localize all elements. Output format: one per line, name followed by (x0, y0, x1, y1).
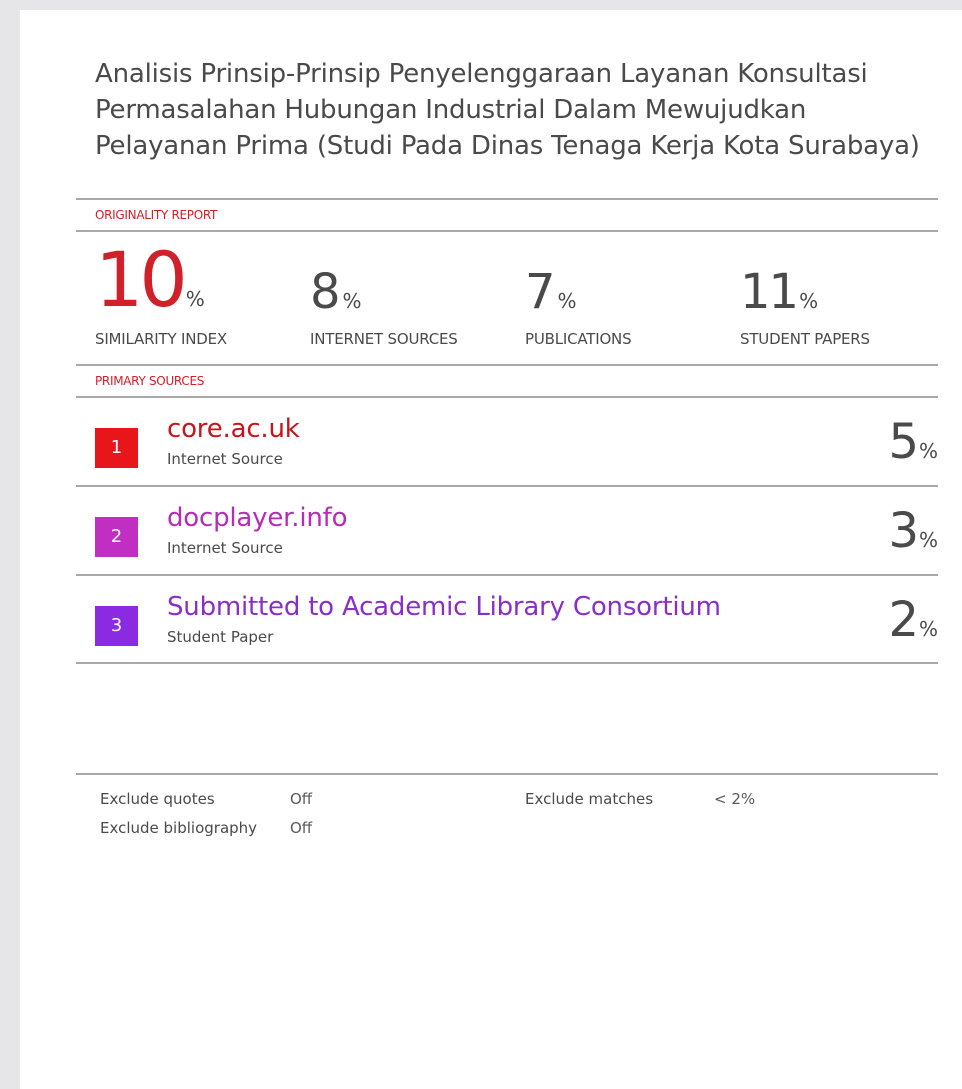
exclude-quotes-value: Off (290, 790, 313, 808)
document-title: Analisis Prinsip-Prinsip Penyelenggaraan… (95, 59, 920, 161)
source-percent: 3% (888, 507, 938, 555)
source-rank-badge: 3 (95, 606, 138, 646)
source-rank-badge: 1 (95, 428, 138, 468)
percent-sign: % (918, 528, 938, 552)
exclude-bibliography-value: Off (290, 819, 313, 837)
source-percent: 5% (888, 418, 938, 466)
percent-sign: % (342, 289, 362, 313)
source-type: Internet Source (167, 539, 283, 557)
source-name-link[interactable]: docplayer.info (167, 503, 347, 533)
source-percent-value: 5 (888, 414, 919, 470)
source-rank-badge: 2 (95, 517, 138, 557)
source-row-2: 2 docplayer.info Internet Source 3% (76, 487, 938, 575)
source-percent-value: 2 (888, 592, 919, 648)
divider (76, 198, 938, 200)
percent-sign: % (185, 287, 205, 311)
stat-label: SIMILARITY INDEX (95, 330, 227, 348)
source-type: Student Paper (167, 628, 274, 646)
source-percent: 2% (888, 596, 938, 644)
stat-number: 7 (525, 264, 556, 320)
exclude-matches-label: Exclude matches (525, 790, 654, 808)
stat-number: 8 (310, 264, 341, 320)
source-type: Internet Source (167, 450, 283, 468)
stat-value: 8% (310, 266, 362, 318)
stat-label: PUBLICATIONS (525, 330, 632, 348)
percent-sign: % (918, 617, 938, 641)
stat-label: STUDENT PAPERS (740, 330, 870, 348)
report-page: Analisis Prinsip-Prinsip Penyelenggaraan… (20, 10, 962, 1089)
divider (76, 773, 938, 775)
primary-sources-label: PRIMARY SOURCES (95, 374, 205, 388)
stat-value: 7% (525, 266, 577, 318)
percent-sign: % (918, 439, 938, 463)
percent-sign: % (557, 289, 577, 313)
source-row-3: 3 Submitted to Academic Library Consorti… (76, 576, 938, 664)
stat-value: 10% (95, 242, 205, 318)
stat-value: 11% (740, 266, 818, 318)
divider (76, 364, 938, 366)
source-row-1: 1 core.ac.uk Internet Source 5% (76, 398, 938, 486)
originality-report-label: ORIGINALITY REPORT (95, 208, 218, 222)
source-name-link[interactable]: Submitted to Academic Library Consortium (167, 592, 721, 622)
exclude-matches-value: < 2% (714, 790, 756, 808)
divider (76, 662, 938, 664)
source-name-link[interactable]: core.ac.uk (167, 414, 300, 444)
divider (76, 230, 938, 232)
stat-label: INTERNET SOURCES (310, 330, 458, 348)
stat-number: 10 (95, 235, 188, 324)
source-percent-value: 3 (888, 503, 919, 559)
percent-sign: % (799, 289, 819, 313)
exclude-quotes-label: Exclude quotes (100, 790, 215, 808)
exclude-bibliography-label: Exclude bibliography (100, 819, 258, 837)
stat-number: 11 (740, 264, 799, 320)
